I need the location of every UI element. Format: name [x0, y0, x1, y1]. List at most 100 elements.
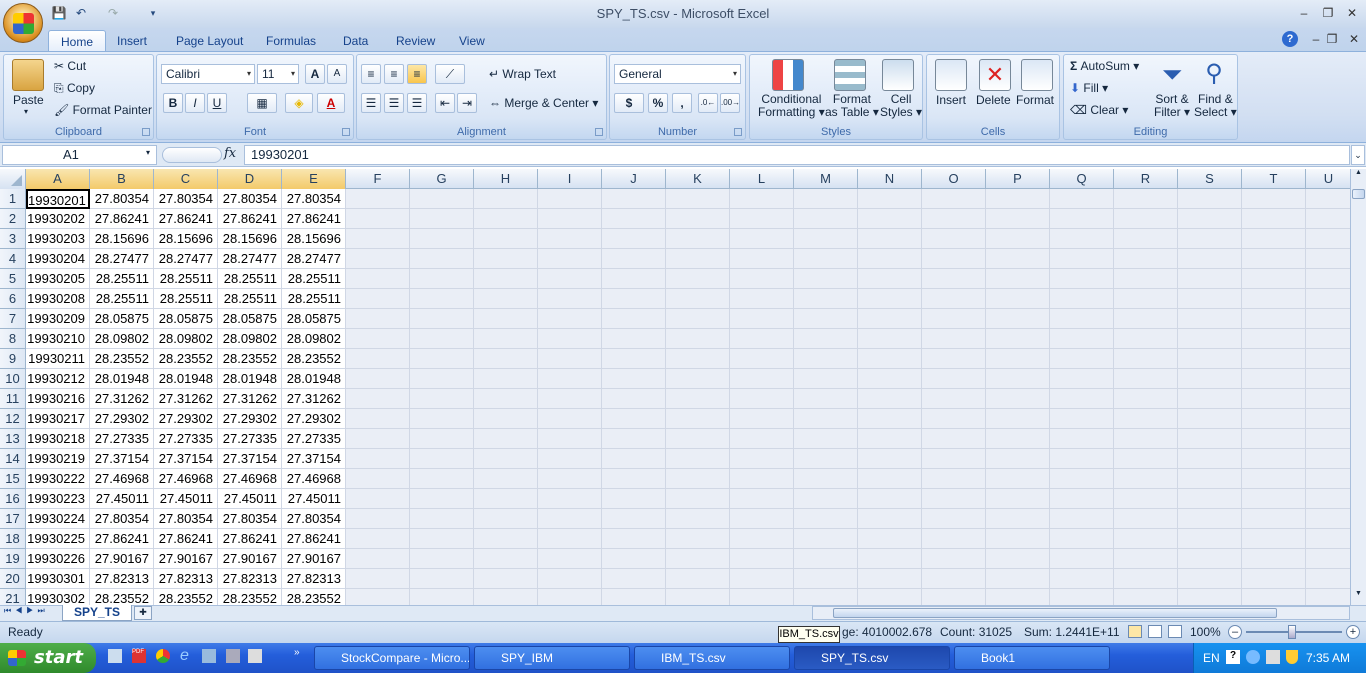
row-header[interactable]: 17 — [0, 509, 26, 529]
row-header[interactable]: 8 — [0, 329, 26, 349]
vertical-scroll-thumb[interactable] — [1352, 189, 1365, 199]
cell-a7[interactable]: 19930209 — [26, 309, 90, 329]
row-header[interactable]: 6 — [0, 289, 26, 309]
cell-d11[interactable]: 27.31262 — [218, 389, 282, 409]
tray-app-icon[interactable] — [1246, 650, 1260, 664]
cell-d19[interactable]: 27.90167 — [218, 549, 282, 569]
cell-e5[interactable]: 28.25511 — [282, 269, 346, 289]
conditional-formatting-button[interactable]: Conditional Formatting ▾ — [758, 93, 825, 119]
quicklaunch-pdf-icon[interactable]: PDF — [132, 649, 146, 663]
zoom-in-icon[interactable]: + — [1346, 625, 1360, 639]
tab-review[interactable]: Review — [384, 30, 447, 52]
cell-c11[interactable]: 27.31262 — [154, 389, 218, 409]
quicklaunch-more-icon[interactable]: » — [294, 647, 300, 658]
orientation-icon[interactable]: ⟋ — [435, 64, 465, 84]
tab-data[interactable]: Data — [331, 30, 380, 52]
cell-b16[interactable]: 27.45011 — [90, 489, 154, 509]
cell-c9[interactable]: 28.23552 — [154, 349, 218, 369]
align-right-icon[interactable]: ☰ — [407, 93, 427, 113]
font-color-button[interactable]: A — [317, 93, 345, 113]
column-header-a[interactable]: A — [26, 169, 90, 189]
cell-d7[interactable]: 28.05875 — [218, 309, 282, 329]
column-header-i[interactable]: I — [538, 169, 602, 189]
column-header-m[interactable]: M — [794, 169, 858, 189]
paste-button[interactable]: Paste — [13, 93, 44, 107]
cell-e14[interactable]: 27.37154 — [282, 449, 346, 469]
help-tray-icon[interactable]: ? — [1226, 650, 1240, 664]
sheet-navigation-icons[interactable]: ⏮◀▶⏭ — [4, 606, 49, 616]
cell-a11[interactable]: 19930216 — [26, 389, 90, 409]
cell-d8[interactable]: 28.09802 — [218, 329, 282, 349]
merge-center-button[interactable]: ⇔ Merge & Center ▾ — [489, 96, 598, 110]
cell-a13[interactable]: 19930218 — [26, 429, 90, 449]
format-painter-button[interactable]: 🖌 Format Painter — [54, 103, 152, 117]
cell-e13[interactable]: 27.27335 — [282, 429, 346, 449]
cell-a5[interactable]: 19930205 — [26, 269, 90, 289]
cell-b3[interactable]: 28.15696 — [90, 229, 154, 249]
cell-d3[interactable]: 28.15696 — [218, 229, 282, 249]
workbook-restore-button[interactable]: ❐ — [1320, 30, 1344, 48]
row-header[interactable]: 2 — [0, 209, 26, 229]
tab-insert[interactable]: Insert — [105, 30, 159, 52]
cell-d14[interactable]: 27.37154 — [218, 449, 282, 469]
cell-a14[interactable]: 19930219 — [26, 449, 90, 469]
cell-d17[interactable]: 27.80354 — [218, 509, 282, 529]
tab-formulas[interactable]: Formulas — [254, 30, 328, 52]
currency-button[interactable]: $ — [614, 93, 644, 113]
column-header-g[interactable]: G — [410, 169, 474, 189]
cell-d16[interactable]: 27.45011 — [218, 489, 282, 509]
horizontal-scroll-thumb[interactable] — [833, 608, 1277, 618]
percent-button[interactable]: % — [648, 93, 668, 113]
volume-icon[interactable] — [1266, 650, 1280, 664]
cell-d1[interactable]: 27.80354 — [218, 189, 282, 209]
cell-e2[interactable]: 27.86241 — [282, 209, 346, 229]
cell-e19[interactable]: 27.90167 — [282, 549, 346, 569]
font-size-combo[interactable]: 11 ▾ — [257, 64, 299, 84]
cell-grid[interactable]: 19930201 27.80354 27.80354 27.80354 27.80354… — [26, 189, 1350, 605]
cell-d18[interactable]: 27.86241 — [218, 529, 282, 549]
cell-b5[interactable]: 28.25511 — [90, 269, 154, 289]
taskbar-button-spy-ts[interactable]: SPY_TS.csv — [794, 646, 950, 670]
cell-d9[interactable]: 28.23552 — [218, 349, 282, 369]
insert-sheet-icon[interactable]: ✚ — [134, 606, 152, 620]
column-header-e[interactable]: E — [282, 169, 346, 189]
quicklaunch-desktop-icon[interactable] — [108, 649, 122, 663]
cell-e6[interactable]: 28.25511 — [282, 289, 346, 309]
cell-c8[interactable]: 28.09802 — [154, 329, 218, 349]
cell-b13[interactable]: 27.27335 — [90, 429, 154, 449]
cell-d20[interactable]: 27.82313 — [218, 569, 282, 589]
cell-b21[interactable]: 28.23552 — [90, 589, 154, 605]
cell-b1[interactable]: 27.80354 — [90, 189, 154, 209]
scroll-up-icon[interactable]: ▲ — [1352, 169, 1365, 184]
row-header[interactable]: 18 — [0, 529, 26, 549]
cell-a15[interactable]: 19930222 — [26, 469, 90, 489]
row-header[interactable]: 16 — [0, 489, 26, 509]
row-header[interactable]: 10 — [0, 369, 26, 389]
italic-button[interactable]: I — [185, 93, 205, 113]
taskbar-button-book1[interactable]: Book1 — [954, 646, 1110, 670]
column-header-s[interactable]: S — [1178, 169, 1242, 189]
cell-d15[interactable]: 27.46968 — [218, 469, 282, 489]
insert-function-button[interactable]: fx — [224, 146, 236, 161]
minimize-button[interactable]: – — [1292, 4, 1316, 22]
office-button[interactable] — [3, 3, 43, 43]
cell-b2[interactable]: 27.86241 — [90, 209, 154, 229]
font-name-combo[interactable]: Calibri ▾ — [161, 64, 255, 84]
cell-b9[interactable]: 28.23552 — [90, 349, 154, 369]
cell-b8[interactable]: 28.09802 — [90, 329, 154, 349]
cell-b17[interactable]: 27.80354 — [90, 509, 154, 529]
column-header-o[interactable]: O — [922, 169, 986, 189]
cell-a3[interactable]: 19930203 — [26, 229, 90, 249]
page-break-view-icon[interactable] — [1168, 625, 1182, 638]
cell-a1[interactable]: 19930201 — [26, 189, 90, 209]
tab-page-layout[interactable]: Page Layout — [164, 30, 255, 52]
zoom-slider-thumb[interactable] — [1288, 625, 1296, 639]
column-header-q[interactable]: Q — [1050, 169, 1114, 189]
increase-decimal-icon[interactable]: .0← — [698, 93, 718, 113]
shrink-font-button[interactable]: A — [327, 64, 347, 84]
column-header-n[interactable]: N — [858, 169, 922, 189]
row-header[interactable]: 11 — [0, 389, 26, 409]
quicklaunch-ie-icon[interactable]: e — [180, 647, 189, 665]
cell-e18[interactable]: 27.86241 — [282, 529, 346, 549]
cell-b20[interactable]: 27.82313 — [90, 569, 154, 589]
